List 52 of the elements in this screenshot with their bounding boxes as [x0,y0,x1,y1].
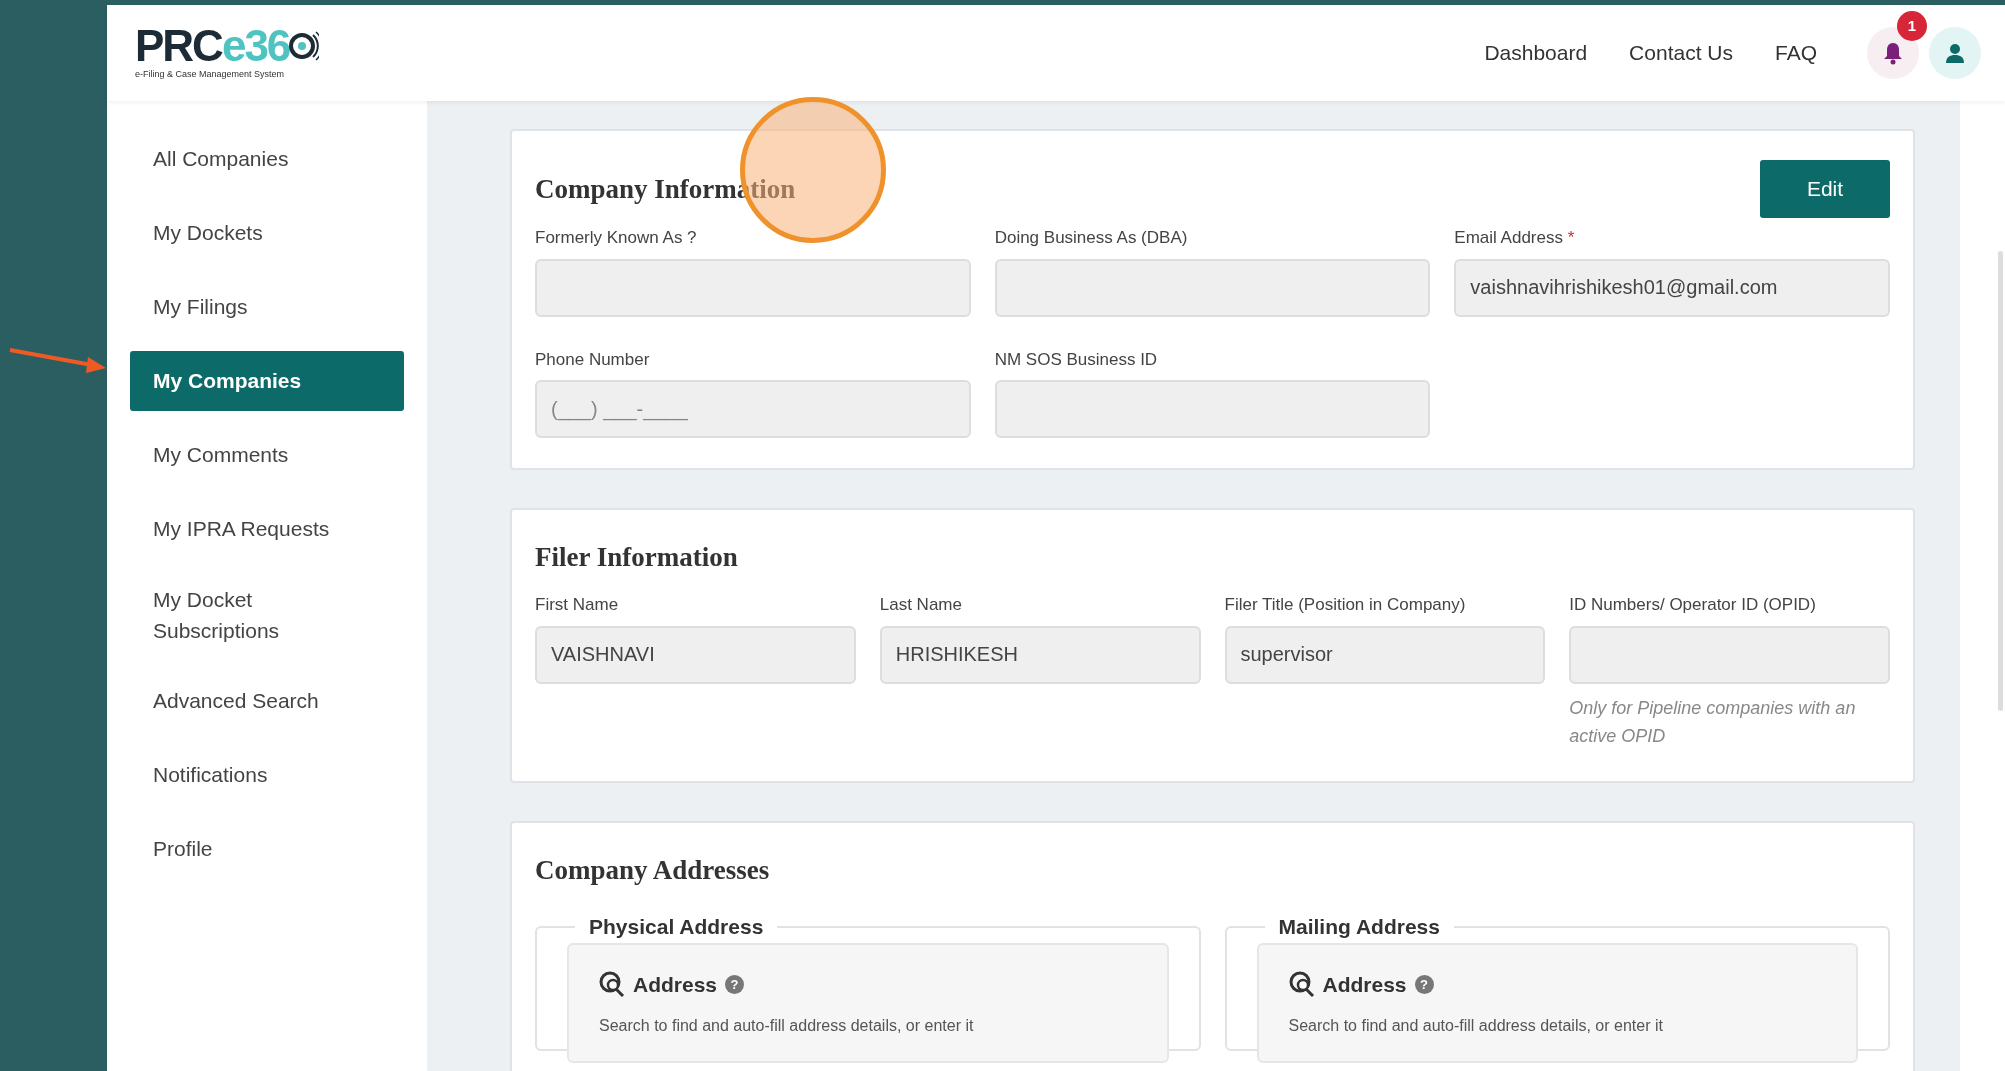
field-label: Formerly Known As ? [535,227,698,249]
group-legend: Mailing Address [1264,911,1454,943]
help-icon: ? [725,974,745,994]
input-field[interactable]: supervisor [1224,625,1546,684]
nav-link[interactable]: Dashboard [1484,37,1588,69]
input-field[interactable]: (___) ___-____ [535,380,971,438]
field-label: ID Numbers/ Operator ID (OPID) [1569,594,1817,616]
address-help-text: Search to find and auto-fill address details, or enter it [599,1016,975,1037]
sidebar-item[interactable]: Notifications [130,745,404,805]
notification-count: 1 [1897,11,1927,41]
sidebar-item[interactable]: All Companies [130,129,404,189]
input-field[interactable] [1569,625,1890,684]
sidebar-item[interactable]: My Filings [130,277,404,337]
input-field[interactable] [535,258,971,317]
sidebar-item[interactable]: Profile [130,819,404,879]
section-title: Company Addresses [535,853,770,887]
field-label: Phone Number [535,348,651,371]
field-hint: Only for Pipeline companies with an active OPID [1569,696,1857,749]
address-heading: Address [1322,971,1407,998]
user-icon [1945,43,1965,63]
sidebar-item[interactable]: My Docket Subscriptions [130,573,330,657]
input-field[interactable]: VAISHNAVI [535,625,856,684]
nav-link[interactable]: Contact Us [1629,37,1733,69]
bell-icon [1883,41,1903,65]
field-label: First Name [535,594,620,616]
sidebar-item[interactable]: My Companies [130,351,404,411]
group-legend: Physical Address [575,911,778,943]
map-search-icon [599,971,625,998]
field-label: Email Address * [1454,227,1576,249]
field-label: NM SOS Business ID [994,348,1159,371]
field-label: Last Name [879,594,963,616]
logo-wordmark: PRCe36 [135,24,290,69]
input-field[interactable] [994,258,1431,317]
section-title: Filer Information [535,540,738,574]
nav-link[interactable]: FAQ [1775,37,1817,69]
sidebar-item[interactable]: Advanced Search [130,671,404,731]
address-help-text: Search to find and auto-fill address details, or enter it [1288,1016,1664,1037]
target-logo-icon [289,29,320,64]
logo-tagline: e-Filing & Case Management System [135,68,286,82]
help-icon: ? [1414,974,1434,994]
input-field[interactable]: HRISHIKESH [879,625,1201,684]
sidebar-item[interactable]: My Comments [130,425,404,485]
field-label: Filer Title (Position in Company) [1224,594,1467,616]
input-field[interactable]: vaishnavihrishikesh01@gmail.com [1454,258,1890,317]
edit-button[interactable]: Edit [1760,160,1890,218]
field-label: Doing Business As (DBA) [994,227,1189,249]
sidebar-item[interactable]: My IPRA Requests [130,499,404,559]
sidebar-item[interactable]: My Dockets [130,203,404,263]
input-field[interactable] [994,380,1431,438]
user-menu-button[interactable] [1929,27,1981,79]
address-heading: Address [633,971,718,998]
map-search-icon [1288,971,1315,998]
